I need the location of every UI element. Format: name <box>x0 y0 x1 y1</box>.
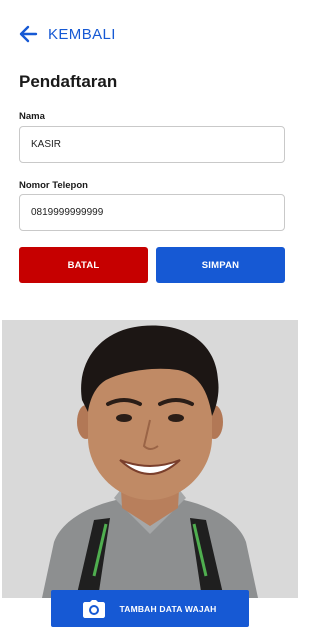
phone-field-label: Nomor Telepon <box>19 180 88 191</box>
page-title: Pendaftaran <box>19 72 118 91</box>
camera-icon <box>83 599 106 618</box>
top-bar: KEMBALI <box>0 18 300 54</box>
person-illustration <box>2 320 298 598</box>
name-field-label: Nama <box>19 111 45 122</box>
face-photo <box>2 320 298 598</box>
add-face-data-label: TAMBAH DATA WAJAH <box>119 603 217 614</box>
name-field-container <box>19 126 285 163</box>
name-field[interactable] <box>20 127 284 162</box>
save-button[interactable]: SIMPAN <box>156 247 285 283</box>
back-link[interactable]: KEMBALI <box>48 26 116 43</box>
phone-field[interactable] <box>20 195 284 230</box>
cancel-button[interactable]: BATAL <box>19 247 148 283</box>
arrow-left-icon[interactable] <box>18 24 38 44</box>
phone-field-container <box>19 194 285 231</box>
add-face-data-button[interactable]: TAMBAH DATA WAJAH <box>51 590 249 627</box>
